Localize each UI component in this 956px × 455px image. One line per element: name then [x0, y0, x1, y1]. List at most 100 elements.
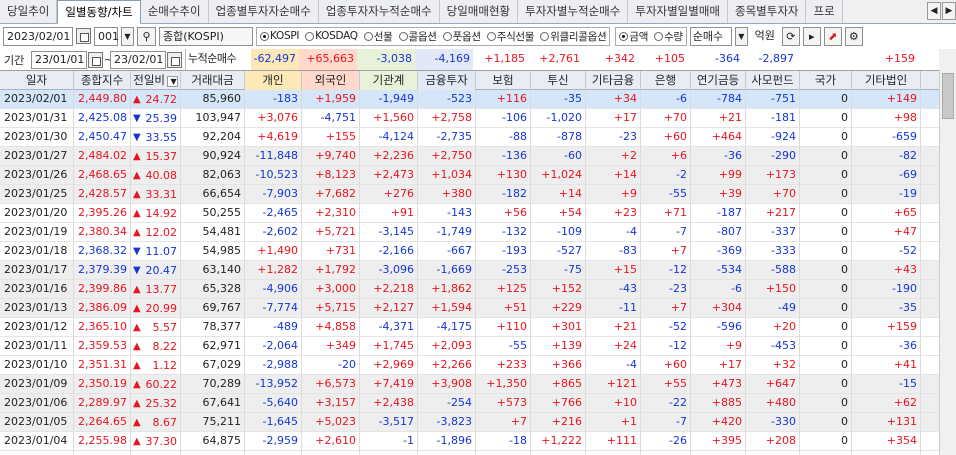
column-header-10[interactable]: 기타금융 — [586, 71, 641, 90]
column-header-6[interactable]: 기관계 — [360, 71, 418, 90]
investor-cell: +139 — [531, 337, 586, 356]
market-radio-3[interactable]: 콜옵션 — [398, 29, 437, 44]
table-row[interactable]: 2023/01/10 2,351.31 ▲ 1.12 67,029 -2,988 -20 +2… — [0, 356, 939, 375]
investor-cell: +71 — [641, 204, 691, 223]
column-header-11[interactable]: 은행 — [641, 71, 691, 90]
column-header-4[interactable]: 개인 — [245, 71, 302, 90]
period-row: 기간 23/01/01 ~ 23/02/01 누적순매수 -62,497 +65,… — [0, 49, 956, 70]
column-header-12[interactable]: 연기금등 — [691, 71, 746, 90]
tab-next-icon[interactable]: ▶ — [942, 2, 956, 20]
up-arrow-icon: ▲ — [133, 416, 141, 428]
market-radio-2[interactable]: 선물 — [363, 29, 393, 44]
table-row[interactable]: 2023/01/06 2,289.97 ▲ 25.32 67,641 -5,640 +3,1… — [0, 394, 939, 413]
unit-radio-group: 금액 수량 — [615, 26, 687, 46]
tab-8[interactable]: 종목별투자자 — [728, 0, 807, 23]
refresh-icon[interactable]: ⟳ — [781, 26, 800, 46]
market-radio-6[interactable]: 위클리콜옵션 — [540, 29, 607, 44]
table-row[interactable]: 2023/01/27 2,484.02 ▲ 15.37 90,924 -11,848 +9,… — [0, 147, 939, 166]
market-radio-4[interactable]: 풋옵션 — [442, 29, 481, 44]
column-header-13[interactable]: 사모펀드 — [746, 71, 800, 90]
table-row[interactable]: 2023/01/09 2,350.19 ▲ 60.22 70,289 -13,952 +6,… — [0, 375, 939, 394]
calendar-from-icon[interactable] — [88, 51, 103, 68]
change-cell: ▼ 20.47 — [131, 261, 181, 280]
table-row[interactable]: 2023/01/12 2,365.10 ▲ 5.57 78,377 -489 +4,858-… — [0, 318, 939, 337]
table-row[interactable]: 2023/01/17 2,379.39 ▼ 20.47 63,140 +1,282 +1,7… — [0, 261, 939, 280]
investor-cell: +4,619 — [245, 128, 302, 147]
chart-icon[interactable]: ⬈ — [823, 26, 842, 46]
tab-9[interactable]: 프로 — [806, 0, 843, 23]
tab-1[interactable]: 일별동향/차트 — [57, 0, 141, 24]
column-header-9[interactable]: 투신 — [531, 71, 586, 90]
table-row[interactable]: 2023/01/18 2,368.32 ▼ 11.07 54,985 +1,490 +731… — [0, 242, 939, 261]
market-radio-1[interactable]: KOSDAQ — [305, 30, 358, 42]
sort-dropdown-icon[interactable]: ▼ — [167, 76, 178, 87]
investor-cell: +20 — [746, 318, 800, 337]
column-header-0[interactable]: 일자 — [0, 71, 74, 90]
index-cell: 2,368.32 — [74, 242, 131, 261]
scroll-thumb[interactable] — [942, 73, 954, 119]
table-row[interactable]: 2023/01/19 2,380.34 ▲ 12.02 54,481 -2,602 +5,7… — [0, 223, 939, 242]
table-row[interactable]: 2023/01/032,218.68▼6.9961,490+2,748+883-… — [0, 451, 939, 455]
unit-radio-0[interactable]: 금액 — [619, 29, 648, 44]
date-cell: 2023/01/03 — [0, 451, 74, 455]
change-value: 33.55 — [145, 130, 178, 144]
investor-cell: -2,735 — [418, 128, 476, 147]
table-row[interactable]: 2023/01/11 2,359.53 ▲ 8.22 62,971 -2,064 +349 +… — [0, 337, 939, 356]
calendar-to-icon[interactable] — [167, 51, 182, 68]
date-input[interactable]: 2023/02/01 — [3, 26, 73, 46]
tab-0[interactable]: 당일추이 — [0, 0, 58, 23]
calendar-icon[interactable] — [76, 28, 91, 44]
table-row[interactable]: 2023/01/04 2,255.98 ▲ 37.30 64,875 -2,959 +2,6… — [0, 432, 939, 451]
table-row[interactable]: 2023/01/20 2,395.26 ▲ 14.92 50,255 -2,465 +2,3… — [0, 204, 939, 223]
investor-cell: +60 — [641, 356, 691, 375]
tab-4[interactable]: 업종투자자누적순매수 — [318, 0, 440, 23]
period-from-input[interactable]: 23/01/01 — [31, 50, 87, 69]
tab-6[interactable]: 투자자별누적순매수 — [518, 0, 629, 23]
column-header-5[interactable]: 외국인 — [302, 71, 360, 90]
table-row[interactable]: 2023/01/16 2,399.86 ▲ 13.77 65,328 -4,906 +3,0… — [0, 280, 939, 299]
tab-prev-icon[interactable]: ◀ — [927, 2, 941, 20]
tab-2[interactable]: 순매수추이 — [140, 0, 209, 23]
index-cell: 2,350.19 — [74, 375, 131, 394]
period-to-input[interactable]: 23/02/01 — [110, 50, 166, 69]
net-type-dropdown-icon[interactable]: ▼ — [734, 26, 748, 46]
index-code-input[interactable]: 001 — [94, 26, 119, 46]
code-dropdown-icon[interactable]: ▼ — [121, 26, 134, 46]
tab-7[interactable]: 투자자별일별매매 — [628, 0, 728, 23]
magnifier-icon[interactable]: ⚲ — [137, 26, 156, 46]
column-header-8[interactable]: 보험 — [476, 71, 531, 90]
table-row[interactable]: 2023/01/26 2,468.65 ▲ 40.08 82,063 -10,523 +8,… — [0, 166, 939, 185]
column-header-1[interactable]: 종합지수 — [74, 71, 131, 90]
table-row[interactable]: 2023/01/30 2,450.47 ▼ 33.55 92,204 +4,619 +155… — [0, 128, 939, 147]
chevron-right-icon[interactable]: ▸ — [802, 26, 821, 46]
table-row[interactable]: 2023/01/13 2,386.09 ▲ 20.99 69,767 -7,774 +5,7… — [0, 299, 939, 318]
column-header-14[interactable]: 국가 — [800, 71, 852, 90]
investor-cell: +39 — [691, 185, 746, 204]
gear-icon[interactable]: ⚙ — [844, 26, 863, 46]
investor-cell: 0 — [641, 451, 691, 455]
investor-cell: -6 — [641, 90, 691, 109]
table-row[interactable]: 2023/01/25 2,428.57 ▲ 33.31 66,654 -7,903 +7,6… — [0, 185, 939, 204]
column-header-2[interactable]: 전일비 ▼ — [131, 71, 181, 90]
column-header-15[interactable]: 기타법인 — [852, 71, 921, 90]
investor-cell: -82 — [852, 147, 921, 166]
unit-radio-1[interactable]: 수량 — [654, 29, 683, 44]
market-radio-5[interactable]: 주식선물 — [486, 29, 534, 44]
investor-cell: +301 — [531, 318, 586, 337]
table-row[interactable]: 2023/01/05 2,264.65 ▲ 8.67 75,211 -1,645 +5,02… — [0, 413, 939, 432]
investor-cell: -1 — [360, 432, 418, 451]
table-row[interactable]: 2023/02/01 2,449.80 ▲ 24.72 85,960 -183 +1,959… — [0, 90, 939, 109]
cumulative-value-4: +1,185 — [473, 49, 528, 70]
net-type-select[interactable]: 순매수 — [689, 26, 732, 46]
investor-cell: +21 — [586, 318, 641, 337]
vertical-scrollbar[interactable] — [939, 70, 956, 455]
table-row[interactable]: 2023/01/31 2,425.08 ▼ 25.39 103,947 +3,076 -4,… — [0, 109, 939, 128]
tab-5[interactable]: 당일매매현황 — [439, 0, 519, 23]
change-value: 6.99 — [153, 452, 178, 455]
tab-3[interactable]: 업종별투자자순매수 — [208, 0, 319, 23]
investor-cell: +9,740 — [302, 147, 360, 166]
market-radio-0[interactable]: KOSPI — [260, 30, 299, 42]
investor-cell: -924 — [746, 128, 800, 147]
column-header-7[interactable]: 금융투자 — [418, 71, 476, 90]
column-header-3[interactable]: 거래대금 — [181, 71, 245, 90]
